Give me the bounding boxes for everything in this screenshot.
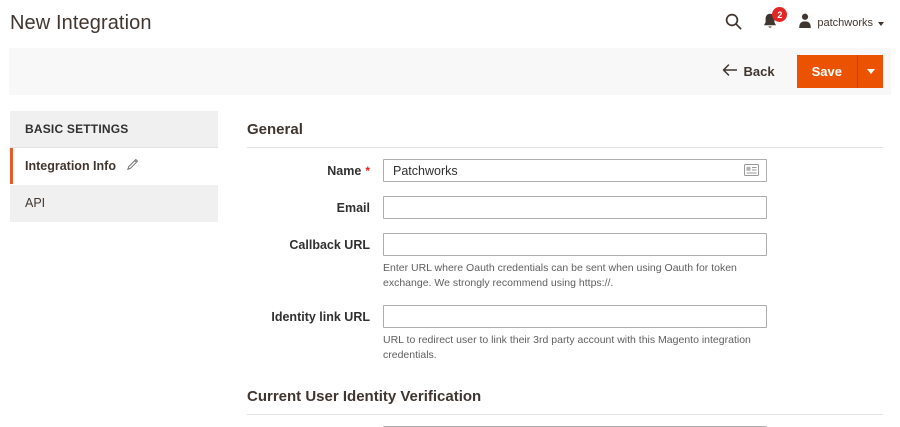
callback-url-input[interactable]	[383, 233, 767, 256]
chevron-down-icon	[878, 21, 884, 26]
identity-link-url-field-row: Identity link URL URL to redirect user t…	[247, 305, 883, 363]
back-arrow-icon	[722, 64, 737, 79]
settings-sidebar: BASIC SETTINGS Integration Info API	[10, 111, 218, 427]
save-options-button[interactable]	[857, 55, 883, 88]
email-field-row: Email	[247, 196, 883, 219]
back-button[interactable]: Back	[722, 64, 775, 79]
page-title: New Integration	[10, 11, 152, 34]
search-button[interactable]	[725, 13, 742, 33]
sidebar-item-label: Integration Info	[25, 159, 116, 173]
identity-link-url-input[interactable]	[383, 305, 767, 328]
callback-url-note: Enter URL where Oauth credentials can be…	[383, 262, 737, 289]
notifications-button[interactable]: 2	[762, 7, 788, 33]
name-label: Name *	[327, 164, 370, 178]
identity-link-url-label: Identity link URL	[271, 310, 370, 324]
general-section-heading: General	[247, 121, 883, 148]
autofill-contact-icon	[744, 164, 759, 176]
callback-url-field-row: Callback URL Enter URL where Oauth crede…	[247, 233, 883, 291]
main-form-area: General Name * Patchworks Email Callback…	[247, 111, 883, 427]
search-icon	[725, 13, 742, 33]
sidebar-item-integration-info[interactable]: Integration Info	[10, 148, 218, 184]
email-label: Email	[336, 201, 370, 215]
page-header: New Integration 2 patchworks	[0, 0, 900, 46]
name-field-row: Name *	[247, 159, 883, 182]
sidebar-item-label: API	[25, 196, 46, 210]
user-name: patchworks	[817, 17, 873, 29]
name-input[interactable]	[383, 159, 767, 182]
verification-section-heading: Current User Identity Verification	[247, 388, 883, 415]
user-icon	[798, 13, 812, 33]
content-layout: BASIC SETTINGS Integration Info API Gene…	[0, 111, 900, 427]
sidebar-item-api[interactable]: API	[10, 185, 218, 222]
action-toolbar: Back Save	[9, 48, 891, 95]
save-button[interactable]: Save	[796, 55, 857, 88]
sidebar-section-title: BASIC SETTINGS	[10, 111, 218, 148]
callback-url-label: Callback URL	[289, 238, 370, 252]
save-split-button: Save	[796, 55, 883, 88]
email-input[interactable]	[383, 196, 767, 219]
pencil-icon	[126, 158, 139, 174]
identity-link-url-note: URL to redirect user to link their 3rd p…	[383, 334, 751, 361]
header-actions: 2 patchworks	[725, 7, 884, 33]
back-button-label: Back	[743, 64, 775, 79]
user-menu[interactable]: patchworks	[798, 13, 884, 33]
notification-count-badge: 2	[772, 7, 788, 22]
chevron-down-icon	[866, 69, 875, 74]
